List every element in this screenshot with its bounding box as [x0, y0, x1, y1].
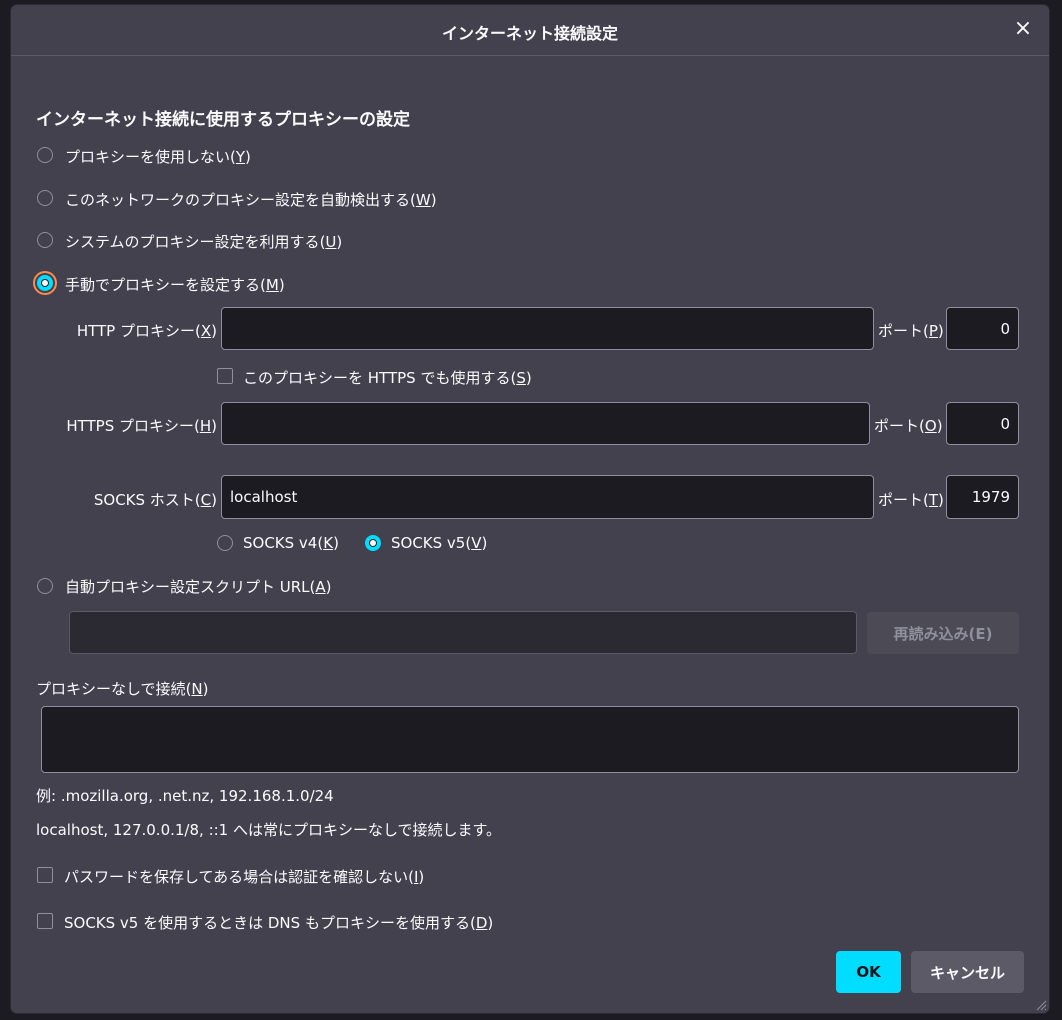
label-auto-config-url[interactable]: 自動プロキシー設定スクリプト URL(A) [65, 576, 332, 597]
example-text: 例: .mozilla.org, .net.nz, 192.168.1.0/24 [36, 787, 334, 805]
label-http-proxy: HTTP プロキシー(X) [76, 322, 217, 340]
label-system-proxy[interactable]: システムのプロキシー設定を利用する(U) [65, 231, 342, 252]
label-manual-proxy[interactable]: 手動でプロキシーを設定する(M) [65, 274, 285, 295]
http-proxy-input[interactable] [221, 307, 874, 350]
reload-button[interactable]: 再読み込み(E) [867, 612, 1019, 654]
connection-settings-dialog: インターネット接続設定 × インターネット接続に使用するプロキシーの設定 プロキ… [11, 5, 1049, 1013]
cancel-button[interactable]: キャンセル [911, 951, 1024, 993]
radio-manual-proxy[interactable] [37, 275, 53, 291]
radio-system-proxy[interactable] [37, 232, 53, 248]
radio-socks-v4[interactable] [217, 535, 233, 551]
dialog-title: インターネット接続設定 [441, 24, 618, 43]
label-no-proxy[interactable]: プロキシーを使用しない(Y) [65, 146, 251, 167]
radio-socks-v5[interactable] [365, 535, 381, 551]
label-socks-v4[interactable]: SOCKS v4(K) [243, 534, 339, 552]
label-https-proxy: HTTPS プロキシー(H) [66, 417, 217, 435]
radio-auto-config-url[interactable] [37, 578, 53, 594]
checkbox-also-https[interactable] [217, 368, 233, 384]
label-https-port: ポート(O) [874, 417, 943, 435]
label-socks-v5[interactable]: SOCKS v5(V) [391, 534, 487, 552]
radio-no-proxy[interactable] [37, 147, 53, 163]
ok-button[interactable]: OK [836, 951, 901, 993]
label-socks-dns[interactable]: SOCKS v5 を使用するときは DNS もプロキシーを使用する(D) [64, 912, 493, 933]
socks-host-input[interactable] [221, 475, 874, 519]
radio-auto-detect[interactable] [37, 190, 53, 206]
checkbox-no-auth-prompt[interactable] [37, 867, 53, 883]
https-port-input[interactable] [946, 402, 1019, 445]
label-socks-port: ポート(T) [878, 491, 944, 509]
https-proxy-input[interactable] [221, 402, 870, 445]
dialog-titlebar: インターネット接続設定 × [11, 5, 1049, 56]
label-no-proxy-for: プロキシーなしで接続(N) [36, 680, 209, 698]
label-auto-detect[interactable]: このネットワークのプロキシー設定を自動検出する(W) [65, 189, 437, 210]
label-also-https[interactable]: このプロキシーを HTTPS でも使用する(S) [243, 367, 532, 388]
resize-grip-icon[interactable] [1035, 999, 1047, 1011]
checkbox-socks-dns[interactable] [37, 913, 53, 929]
socks-port-input[interactable] [946, 475, 1019, 519]
auto-config-url-input[interactable] [69, 611, 857, 654]
no-proxy-textarea[interactable] [41, 706, 1019, 773]
label-http-port: ポート(P) [878, 322, 944, 340]
section-heading: インターネット接続に使用するプロキシーの設定 [36, 110, 410, 130]
http-port-input[interactable] [946, 307, 1019, 350]
localhost-note: localhost, 127.0.0.1/8, ::1 へは常にプロキシーなしで… [36, 821, 502, 839]
close-icon[interactable]: × [1013, 18, 1033, 40]
label-socks-host: SOCKS ホスト(C) [93, 491, 217, 509]
label-no-auth-prompt[interactable]: パスワードを保存してある場合は認証を確認しない(I) [64, 866, 424, 887]
